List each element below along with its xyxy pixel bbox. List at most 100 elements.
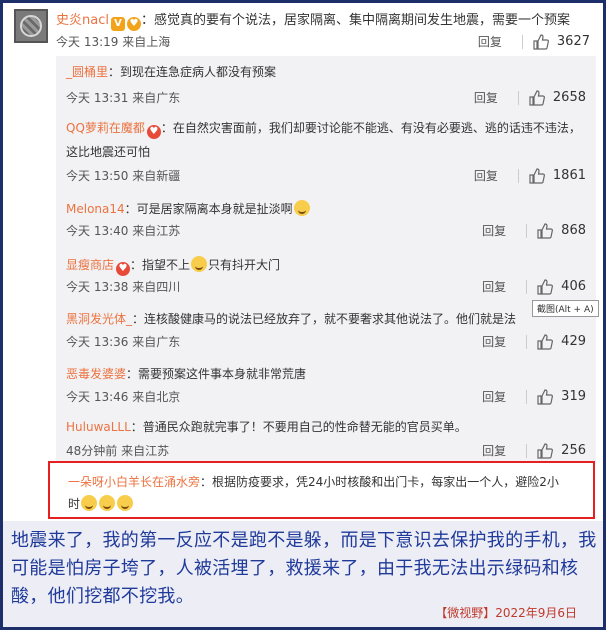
- thumbs-up-icon[interactable]: [537, 442, 554, 459]
- reply-body: ：根据防疫要求，凭24小时核酸和出门卡，每家出一个人，避险2小: [200, 475, 559, 489]
- reply-actions: 回复 1861: [474, 167, 586, 184]
- main-comment-time: 今天 13:19 来自上海: [56, 35, 171, 49]
- reply-username[interactable]: _圆桶里: [66, 65, 108, 79]
- reply-time: 今天 13:36 来自广东: [66, 335, 181, 349]
- reply-time: 今天 13:40 来自江苏: [66, 224, 181, 238]
- reply-username[interactable]: 黑洞发光体_: [66, 312, 132, 326]
- reply-text: 恶毒发婆婆：需要预案这件事本身就非常荒唐: [66, 362, 582, 386]
- reply-body: ：连核酸健康马的说法已经放弃了，就不要奢求其他说法了。他们就是法: [132, 312, 517, 326]
- emoji-icon: [191, 256, 208, 272]
- thumbs-up-icon[interactable]: [537, 222, 554, 239]
- divider: [526, 389, 528, 404]
- reply-body: ：可是居家隔离本身就是扯淡啊: [124, 202, 293, 216]
- reply-actions: 回复 429: [482, 333, 586, 350]
- reply-time: 今天 13:46 来自北京: [66, 390, 181, 404]
- thumbs-up-icon[interactable]: [533, 33, 549, 50]
- reply-username[interactable]: 显瘦商店: [66, 258, 114, 272]
- divider: [526, 443, 528, 458]
- reply-username[interactable]: Melona14: [66, 202, 125, 216]
- divider: [521, 34, 523, 49]
- thumbs-up-icon[interactable]: [529, 89, 545, 106]
- reply-button[interactable]: 回复: [482, 222, 506, 239]
- reply-username[interactable]: HuluwaLLL: [66, 420, 131, 434]
- verified-icon: V: [110, 17, 125, 31]
- list-item: _圆桶里：到现在连急症病人都没有预案 今天 13:31 来自广东 回复 2658: [56, 56, 596, 108]
- reply-actions: 回复 406: [482, 278, 586, 295]
- reply-time: 48分钟前 来自江苏: [66, 444, 170, 458]
- caption-source: 【微视野】2022年9月6日: [435, 606, 577, 620]
- reply-body: ：普通民众跑就完事了！不要用自己的性命替无能的官员买单。: [130, 420, 467, 434]
- main-comment-username[interactable]: 史炎nacl: [56, 13, 109, 28]
- reply-username[interactable]: 恶毒发婆婆: [66, 367, 126, 381]
- member-icon: ♥: [116, 262, 131, 276]
- caption-text: 地震来了，我的第一反应不是跑不是躲，而是下意识去保护我的手机，我可能是怕房子垮了…: [11, 530, 597, 607]
- reply-button[interactable]: 回复: [478, 33, 502, 50]
- list-item: QQ萝莉在魔都 ♥ ：在自然灾害面前，我们却要讨论能不能逃、有没有必要逃、逃的话违不…: [56, 112, 596, 188]
- member-icon: ♥: [146, 125, 161, 139]
- reply-body: ：需要预案这件事本身就非常荒唐: [126, 367, 307, 381]
- thumbs-up-icon[interactable]: [537, 278, 554, 295]
- list-item: Melona14：可是居家隔离本身就是扯淡啊 今天 13:40 来自江苏 回复 …: [56, 193, 596, 243]
- member-icon: ♥: [126, 17, 141, 31]
- list-item: HuluwaLLL：普通民众跑就完事了！不要用自己的性命替无能的官员买单。 48…: [56, 415, 596, 463]
- reply-text: _圆桶里：到现在连急症病人都没有预案: [66, 60, 582, 84]
- reply-time: 今天 13:31 来自广东: [66, 91, 181, 105]
- like-count: 1861: [552, 168, 586, 183]
- reply-body: ：指望不上: [130, 258, 191, 272]
- thumbs-up-icon[interactable]: [529, 167, 545, 184]
- reply-button[interactable]: 回复: [482, 388, 506, 405]
- reply-body: ：到现在连急症病人都没有预案: [108, 65, 277, 79]
- reply-text: 黑洞发光体_：连核酸健康马的说法已经放弃了，就不要奢求其他说法了。他们就是法: [66, 307, 582, 331]
- reply-text: QQ萝莉在魔都 ♥ ：在自然灾害面前，我们却要讨论能不能逃、有没有必要逃、逃的话违不…: [66, 116, 582, 164]
- reply-time: 今天 13:50 来自新疆: [66, 169, 181, 183]
- reply-time: 今天 13:38 来自四川: [66, 280, 181, 294]
- reply-text: Melona14：可是居家隔离本身就是扯淡啊: [66, 197, 582, 221]
- main-comment: 史炎nacl V ♥ ：感觉真的要有个说法，居家隔离、集中隔离期间发生地震，需要一个预…: [10, 5, 600, 55]
- main-comment-body: ：感觉真的要有个说法，居家隔离、集中隔离期间发生地震，需要一个预案: [140, 13, 570, 28]
- avatar[interactable]: [14, 9, 48, 43]
- reply-button[interactable]: 回复: [482, 333, 506, 350]
- emoji-icon: [293, 200, 310, 216]
- reply-button[interactable]: 回复: [482, 442, 506, 459]
- thumbs-up-icon[interactable]: [537, 388, 554, 405]
- caption-box: 地震来了，我的第一反应不是跑不是躲，而是下意识去保护我的手机，我可能是怕房子垮了…: [3, 521, 603, 627]
- list-item: 黑洞发光体_：连核酸健康马的说法已经放弃了，就不要奢求其他说法了。他们就是法 今…: [56, 305, 596, 355]
- emoji-icon: [81, 495, 98, 511]
- list-item: 显瘦商店 ♥ ：指望不上 只有抖开大门 今天 13:38 来自四川 回复 406: [56, 249, 596, 299]
- highlighted-reply: 一朵呀小白羊长在涌水旁：根据防疫要求，凭24小时核酸和出门卡，每家出一个人，避险…: [48, 461, 595, 519]
- reply-actions: 回复 256: [482, 442, 586, 459]
- reply-username[interactable]: 一朵呀小白羊长在涌水旁: [68, 475, 200, 489]
- reply-button[interactable]: 回复: [482, 278, 506, 295]
- like-count: 319: [561, 389, 586, 404]
- reply-actions: 回复 868: [482, 222, 586, 239]
- reply-body-cont: 只有抖开大门: [208, 258, 281, 272]
- reply-body-cont: 时: [68, 497, 81, 511]
- emoji-icon: [117, 495, 134, 511]
- divider: [517, 168, 519, 183]
- highlighted-reply-text: 一朵呀小白羊长在涌水旁：根据防疫要求，凭24小时核酸和出门卡，每家出一个人，避险…: [68, 471, 584, 515]
- like-count: 868: [561, 223, 586, 238]
- reply-actions: 回复 2658: [474, 89, 586, 106]
- like-count: 429: [561, 334, 586, 349]
- divider: [526, 223, 528, 238]
- reply-actions: 回复 319: [482, 388, 586, 405]
- like-count: 2658: [552, 90, 586, 105]
- avatar-image: [20, 15, 42, 37]
- reply-text: HuluwaLLL：普通民众跑就完事了！不要用自己的性命替无能的官员买单。: [66, 415, 582, 439]
- reply-list: _圆桶里：到现在连急症病人都没有预案 今天 13:31 来自广东 回复 2658…: [56, 56, 599, 464]
- like-count: 256: [561, 443, 586, 458]
- like-count: 3627: [556, 34, 590, 49]
- reply-button[interactable]: 回复: [474, 89, 498, 106]
- list-item: 恶毒发婆婆：需要预案这件事本身就非常荒唐 今天 13:46 来自北京 回复 31…: [56, 360, 596, 410]
- divider: [517, 90, 519, 105]
- reply-username[interactable]: QQ萝莉在魔都: [66, 121, 145, 135]
- like-count: 406: [561, 279, 586, 294]
- reply-button[interactable]: 回复: [474, 167, 498, 184]
- emoji-icon: [99, 495, 116, 511]
- divider: [526, 279, 528, 294]
- reply-text: 显瘦商店 ♥ ：指望不上 只有抖开大门: [66, 253, 582, 277]
- main-comment-actions: 回复 3627: [478, 33, 590, 50]
- divider: [526, 334, 528, 349]
- thumbs-up-icon[interactable]: [537, 333, 554, 350]
- main-comment-text: 史炎nacl V ♥ ：感觉真的要有个说法，居家隔离、集中隔离期间发生地震，需要一个预…: [56, 9, 570, 31]
